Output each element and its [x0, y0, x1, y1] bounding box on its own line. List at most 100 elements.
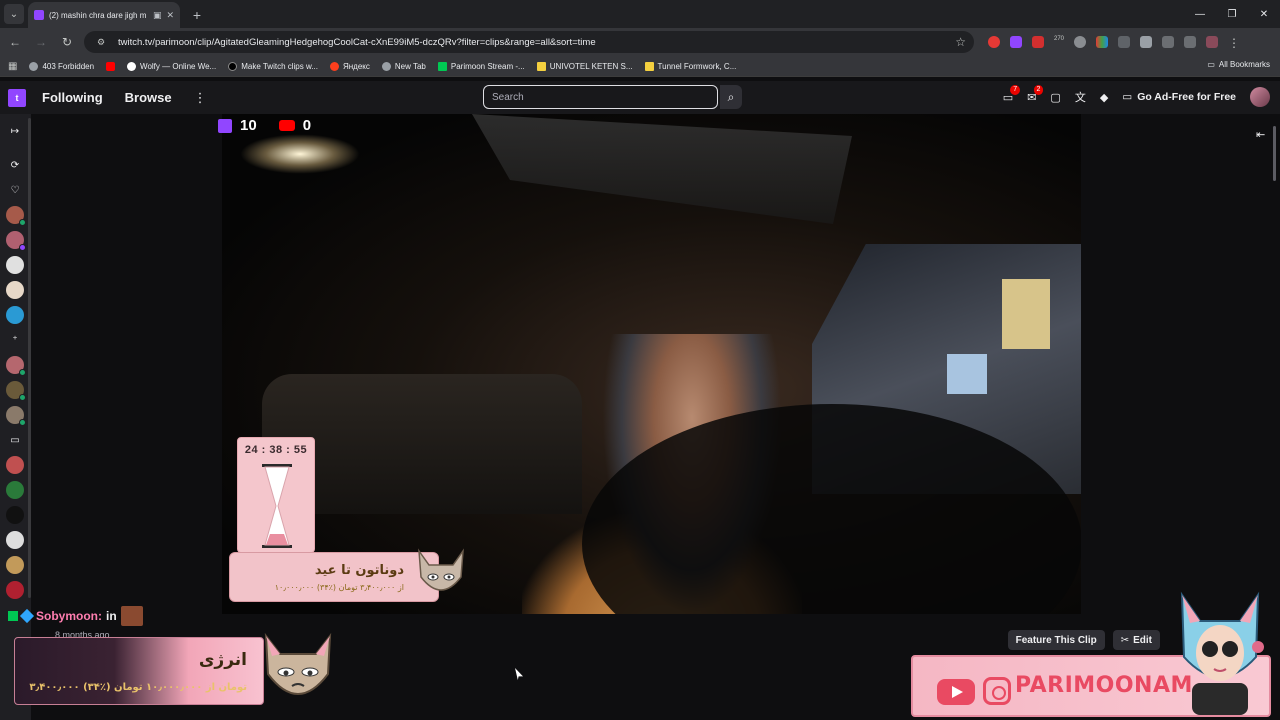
energy-title: انرژی — [198, 650, 247, 670]
address-bar[interactable]: ⚙ twitch.tv/parimoon/clip/AgitatedGleami… — [84, 31, 974, 53]
subscriber-badge-icon — [19, 608, 35, 624]
inbox-icon[interactable]: ✉ 2 — [1027, 84, 1044, 104]
picture-in-picture-icon[interactable]: ▣ — [153, 10, 162, 21]
whispers-icon[interactable]: ▢ — [1050, 91, 1060, 104]
search-icon[interactable]: ⌕ — [720, 85, 742, 109]
profile-avatar[interactable] — [1206, 36, 1219, 48]
prime-badge: 7 — [1010, 84, 1021, 95]
rail-scrollbar[interactable] — [28, 118, 31, 598]
edit-clip-button[interactable]: ✂ Edit — [1112, 630, 1160, 650]
channel-avatar-10[interactable] — [6, 481, 24, 499]
live-dot — [19, 394, 26, 401]
followed-channels-rail: ↦ ⟳ ♡ ⁺ ▭ — [0, 114, 31, 720]
energy-progress: ۳٫۴۰۰٫۰۰۰ تومان از ۱۰٫۰۰۰٫۰۰۰ تومان (٪۳۴… — [29, 682, 247, 693]
channel-avatar-1[interactable] — [6, 206, 26, 226]
restore-icon[interactable]: ❐ — [1216, 0, 1248, 28]
heart-icon[interactable]: ♡ — [6, 181, 24, 199]
extension-shield-icon[interactable] — [1140, 36, 1153, 48]
page-scrollbar[interactable] — [1272, 118, 1277, 718]
site-info-icon[interactable]: ⚙ — [92, 37, 110, 48]
clip-video-player[interactable] — [222, 114, 1081, 614]
translate-icon[interactable]: 文 — [1075, 89, 1086, 105]
bookmark-4[interactable]: Яндекс — [329, 61, 370, 71]
minimize-icon[interactable]: — — [1184, 0, 1216, 28]
channel-avatar-3[interactable] — [6, 256, 24, 274]
channel-avatar-5[interactable] — [6, 306, 24, 324]
car-ceiling — [472, 114, 852, 224]
channel-avatar-8[interactable] — [6, 406, 26, 426]
scissors-icon: ✂ — [1120, 634, 1130, 646]
bookmark-0[interactable]: 403 Forbidden — [29, 61, 94, 71]
prime-loot-icon[interactable]: ▭ 7 — [1003, 84, 1021, 104]
live-dot — [19, 219, 26, 226]
bookmark-8[interactable]: Tunnel Formwork, C... — [644, 61, 736, 71]
nav-following[interactable]: Following — [42, 90, 103, 105]
expand-rail-icon[interactable]: ↦ — [6, 122, 24, 140]
live-dot — [19, 419, 26, 426]
collapse-panel-icon[interactable]: ⇤ — [1256, 128, 1265, 141]
extension-globe-icon[interactable] — [1074, 36, 1087, 48]
channel-avatar-6[interactable] — [6, 356, 26, 376]
add-friend-icon[interactable]: ⁺ — [6, 331, 24, 349]
browser-menu-icon[interactable]: ⋮ — [1228, 36, 1240, 50]
reload-icon[interactable]: ↻ — [58, 35, 76, 49]
channel-avatar-11[interactable] — [6, 506, 24, 524]
bookmark-7[interactable]: UNIVOTEL KETEN S... — [536, 61, 633, 71]
extension-youtube-icon[interactable] — [1032, 36, 1044, 48]
user-avatar[interactable] — [1250, 87, 1270, 107]
moderator-badge-icon — [8, 611, 18, 621]
donation-title: دوناتون تا عید — [314, 563, 404, 578]
countdown-timer-overlay: 24 : 38 : 55 — [237, 437, 315, 553]
bookmark-1[interactable] — [106, 61, 116, 71]
search-input[interactable]: Search — [483, 85, 718, 109]
chat-username[interactable]: Sobymoon: — [36, 609, 102, 623]
extension-counter[interactable]: 270 — [1054, 36, 1064, 48]
nav-browse[interactable]: Browse — [125, 90, 172, 105]
timer-text: 24 : 38 : 55 — [244, 444, 308, 456]
tab-search-button[interactable]: ⌄ — [4, 4, 24, 24]
chat-text: in — [106, 609, 117, 623]
extension-twitch-icon[interactable] — [1010, 36, 1022, 48]
extension-color-icon[interactable] — [1096, 36, 1109, 48]
twitch-counter-icon — [218, 118, 232, 133]
extension-glasses-icon[interactable] — [1118, 36, 1131, 48]
browser-tab-active[interactable]: (2) mashin chra dare jigh m ▣ ✕ — [28, 2, 180, 28]
channel-avatar-13[interactable] — [6, 556, 24, 574]
channel-avatar-12[interactable] — [6, 531, 24, 549]
go-ad-free-button[interactable]: ▭ Go Ad-Free for Free — [1122, 91, 1236, 103]
extension-red-icon[interactable] — [988, 36, 1000, 48]
close-window-icon[interactable]: ✕ — [1248, 0, 1280, 28]
more-menu-icon[interactable]: ⋮ — [194, 90, 207, 106]
bookmark-5-icon — [381, 61, 391, 71]
bookmark-2[interactable]: Wolfy — Online We... — [127, 61, 216, 71]
channel-avatar-14[interactable] — [6, 581, 24, 599]
bookmark-star-icon[interactable]: ☆ — [955, 35, 966, 49]
dome-light — [240, 134, 360, 174]
bookmark-5[interactable]: New Tab — [381, 61, 426, 71]
bits-icon[interactable]: ◆ — [1100, 91, 1108, 104]
recommended-icon[interactable]: ⟳ — [6, 156, 24, 174]
apps-grid-icon[interactable]: ▦ — [8, 61, 17, 72]
feature-clip-button[interactable]: Feature This Clip — [1007, 630, 1105, 650]
donathon-goal-overlay: دوناتون تا عید ۱۰٫۰۰۰٫۰۰۰ از ۳٫۴۰۰٫۰۰۰ ت… — [229, 552, 439, 602]
scrollbar-thumb[interactable] — [1273, 126, 1276, 181]
bookmark-0-icon — [29, 61, 39, 71]
bookmark-3[interactable]: Make Twitch clips w... — [228, 61, 318, 71]
reading-list-icon[interactable] — [1184, 36, 1197, 48]
chat-message: Sobymoon: in — [8, 606, 143, 626]
extensions-puzzle-icon[interactable] — [1162, 36, 1175, 48]
video-camera-icon[interactable]: ▭ — [6, 431, 24, 449]
bookmark-6[interactable]: Parimoon Stream -... — [437, 61, 525, 71]
twitch-logo-icon[interactable]: t — [8, 88, 26, 107]
bookmarks-bar: ▦ 403 Forbidden Wolfy — Online We... Mak… — [0, 56, 1280, 77]
channel-avatar-2[interactable] — [6, 231, 26, 251]
forward-arrow-icon[interactable]: → — [32, 35, 50, 49]
all-bookmarks[interactable]: ▭ All Bookmarks — [1207, 60, 1270, 69]
channel-avatar-9[interactable] — [6, 456, 24, 474]
channel-avatar-4[interactable] — [6, 281, 24, 299]
new-tab-button[interactable]: + — [186, 4, 208, 26]
back-arrow-icon[interactable]: ← — [6, 35, 24, 49]
channel-avatar-7[interactable] — [6, 381, 26, 401]
energy-goal-overlay: انرژی ۳٫۴۰۰٫۰۰۰ تومان از ۱۰٫۰۰۰٫۰۰۰ توما… — [14, 637, 264, 705]
close-tab-icon[interactable]: ✕ — [166, 10, 174, 21]
